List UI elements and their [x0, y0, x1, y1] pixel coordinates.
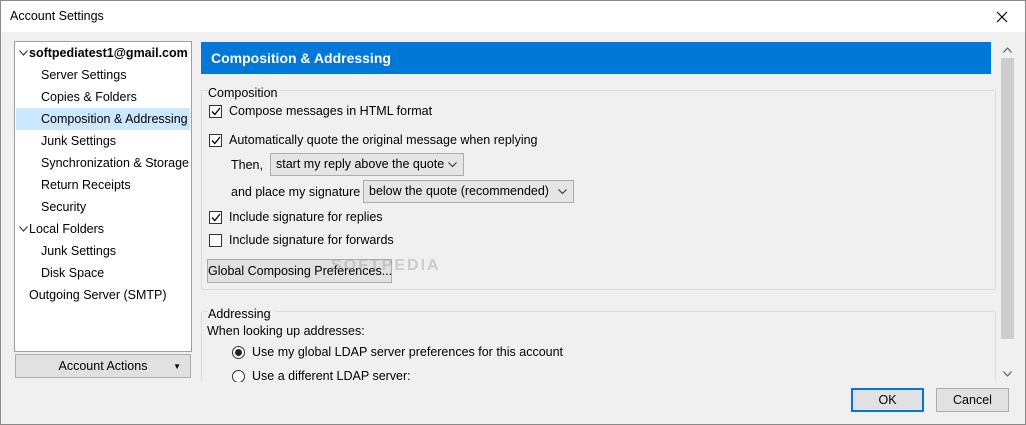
radio-different-ldap-label: Use a different LDAP server:: [252, 369, 411, 382]
radio-global-ldap-option[interactable]: Use my global LDAP server preferences fo…: [232, 345, 563, 359]
tree-item-junk-settings[interactable]: Junk Settings: [16, 130, 190, 152]
tree-item-label: Server Settings: [41, 68, 127, 82]
page-title: Composition & Addressing: [201, 42, 991, 74]
chevron-down-icon: [448, 154, 457, 182]
tree-item-disk-space[interactable]: Disk Space: [16, 262, 190, 284]
tree-item-account[interactable]: softpediatest1@gmail.com: [16, 42, 190, 64]
sig-forwards-option[interactable]: Include signature for forwards: [209, 233, 394, 247]
dropdown-arrow-icon: ▼: [173, 362, 181, 371]
scroll-down-icon[interactable]: [999, 365, 1016, 382]
close-icon[interactable]: [979, 1, 1025, 32]
tree-item-label: Disk Space: [41, 266, 105, 280]
settings-pane: Composition & Addressing Composition Com…: [199, 39, 999, 382]
tree-item-synchronization-storage[interactable]: Synchronization & Storage: [16, 152, 190, 174]
tree-item-composition-addressing[interactable]: Composition & Addressing: [16, 108, 190, 130]
tree-item-label: Return Receipts: [41, 178, 131, 192]
tree-item-label: Local Folders: [29, 222, 105, 236]
sig-forwards-checkbox[interactable]: [209, 233, 222, 247]
tree-item-label: Junk Settings: [41, 244, 117, 258]
radio-global-ldap[interactable]: [232, 345, 245, 359]
reply-position-value: start my reply above the quote: [276, 157, 445, 171]
tree-item-label: Outgoing Server (SMTP): [29, 288, 167, 302]
sig-replies-label: Include signature for replies: [229, 210, 383, 224]
radio-different-ldap[interactable]: [232, 369, 245, 382]
tree-item-local-junk-settings[interactable]: Junk Settings: [16, 240, 190, 262]
account-actions-label: Account Actions: [58, 359, 148, 373]
composition-caption: Composition: [208, 86, 281, 100]
tree-item-label: Composition & Addressing: [41, 112, 188, 126]
tree-item-label: softpediatest1@gmail.com: [29, 46, 188, 60]
tree-item-local-folders[interactable]: Local Folders: [16, 218, 190, 240]
window-title: Account Settings: [10, 9, 104, 23]
addressing-caption: Addressing: [208, 307, 274, 321]
radio-global-ldap-label: Use my global LDAP server preferences fo…: [252, 345, 564, 359]
signature-label: and place my signature: [231, 185, 361, 199]
auto-quote-label: Automatically quote the original message…: [229, 133, 538, 147]
lookup-label: When looking up addresses:: [207, 324, 365, 338]
account-settings-window: Account Settings softpediatest1@gmail.co…: [0, 0, 1026, 425]
tree-item-label: Synchronization & Storage: [41, 156, 190, 170]
scrollbar-thumb[interactable]: [1001, 58, 1014, 339]
radio-different-ldap-option[interactable]: Use a different LDAP server:: [232, 369, 411, 382]
chevron-down-icon: [558, 181, 567, 209]
global-composing-preferences-button[interactable]: Global Composing Preferences...: [207, 259, 392, 283]
sig-replies-checkbox[interactable]: [209, 210, 222, 224]
auto-quote-checkbox[interactable]: [209, 133, 222, 147]
then-label: Then,: [231, 158, 263, 172]
html-format-label: Compose messages in HTML format: [229, 104, 433, 118]
html-format-option[interactable]: Compose messages in HTML format: [209, 104, 432, 118]
title-bar: Account Settings: [1, 1, 1025, 32]
chevron-down-icon[interactable]: [17, 42, 29, 64]
sig-replies-option[interactable]: Include signature for replies: [209, 210, 383, 224]
tree-item-label: Security: [41, 200, 87, 214]
cancel-button[interactable]: Cancel: [936, 388, 1009, 412]
signature-position-select[interactable]: below the quote (recommended): [363, 180, 574, 203]
signature-position-value: below the quote (recommended): [369, 184, 549, 198]
auto-quote-option[interactable]: Automatically quote the original message…: [209, 133, 538, 147]
account-tree: softpediatest1@gmail.com Server Settings…: [14, 41, 192, 352]
tree-item-copies-folders[interactable]: Copies & Folders: [16, 86, 190, 108]
scroll-up-icon[interactable]: [999, 41, 1016, 58]
html-format-checkbox[interactable]: [209, 104, 222, 118]
ok-button[interactable]: OK: [851, 388, 924, 412]
chevron-down-icon[interactable]: [17, 218, 29, 240]
tree-item-server-settings[interactable]: Server Settings: [16, 64, 190, 86]
reply-position-select[interactable]: start my reply above the quote: [270, 153, 464, 176]
tree-item-label: Junk Settings: [41, 134, 117, 148]
tree-item-security[interactable]: Security: [16, 196, 190, 218]
tree-item-outgoing-server[interactable]: Outgoing Server (SMTP): [16, 284, 190, 306]
sig-forwards-label: Include signature for forwards: [229, 233, 394, 247]
vertical-scrollbar[interactable]: [999, 41, 1016, 382]
tree-item-return-receipts[interactable]: Return Receipts: [16, 174, 190, 196]
account-actions-button[interactable]: Account Actions ▼: [15, 354, 191, 378]
tree-item-label: Copies & Folders: [41, 90, 137, 104]
